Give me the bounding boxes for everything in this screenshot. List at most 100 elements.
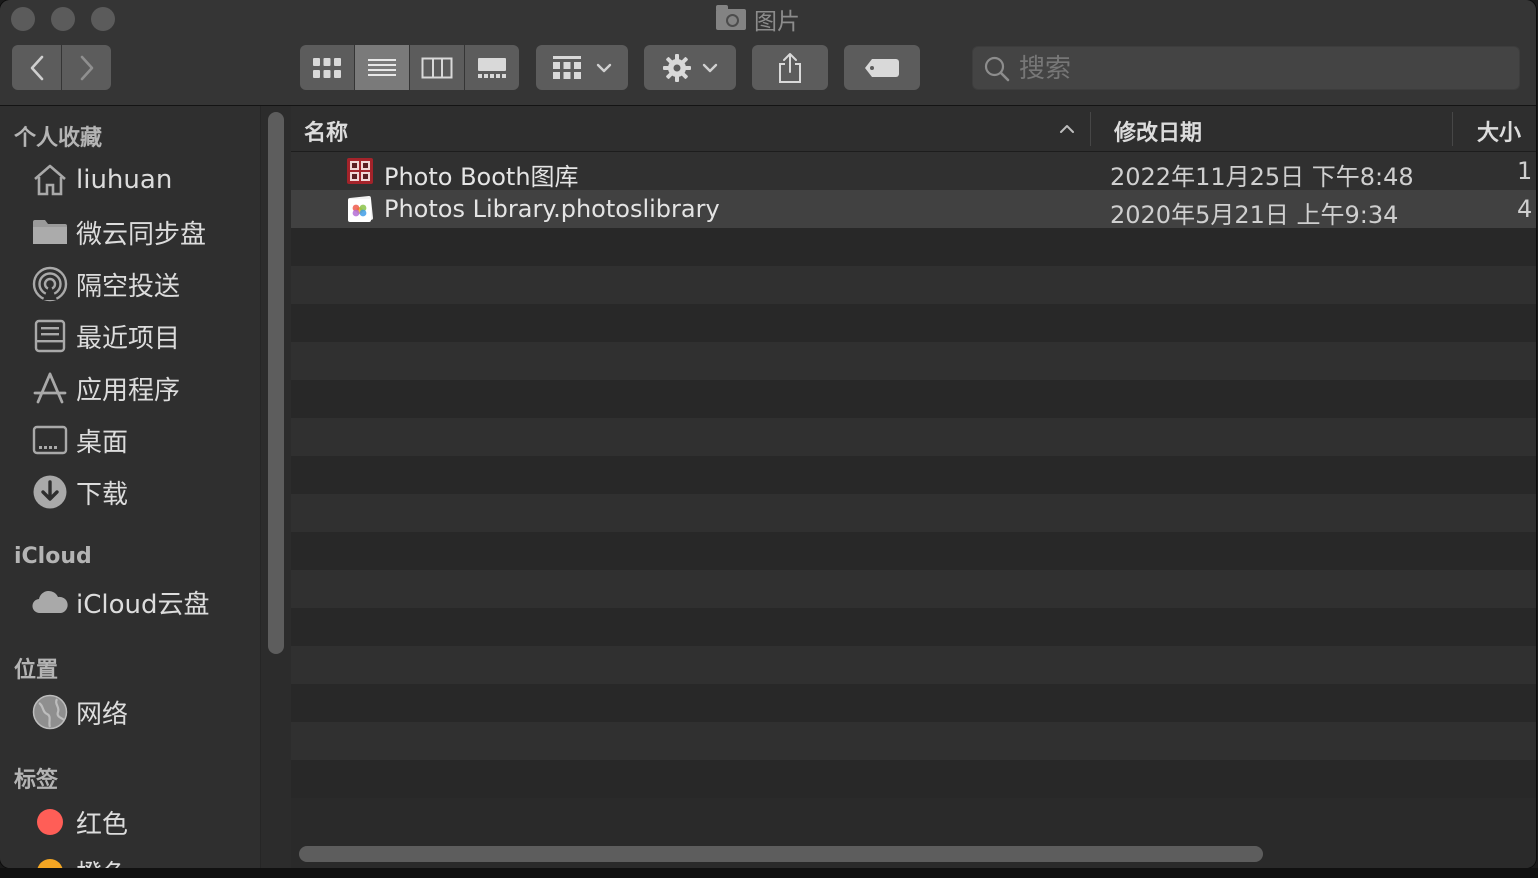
group-by-dropdown[interactable]: [536, 45, 628, 90]
column-header-name[interactable]: 名称: [304, 115, 348, 147]
window-title-text: 图片: [754, 9, 800, 35]
sidebar: 个人收藏 liuhuan 微云同步盘 隔空投送 最近项目 应用程序 桌面 下载 …: [0, 106, 291, 868]
action-menu-button[interactable]: [644, 45, 736, 90]
list-view-button[interactable]: [355, 45, 409, 90]
sidebar-item-label: 红色: [76, 809, 129, 840]
file-name: Photos Library.photoslibrary: [384, 195, 720, 223]
file-name: Photo Booth图库: [384, 163, 579, 191]
sidebar-item-label: iCloud云盘: [76, 589, 210, 620]
columns-icon: [421, 57, 453, 78]
gear-icon: [663, 53, 691, 82]
file-size: 4: [1517, 195, 1533, 223]
sidebar-item-label: 桌面: [76, 427, 129, 458]
edit-tags-button[interactable]: [844, 45, 920, 90]
sidebar-item-icloud-drive[interactable]: iCloud云盘: [30, 582, 210, 622]
tag-color-dot: [37, 859, 63, 868]
empty-row: [291, 722, 1536, 760]
column-separator[interactable]: [1090, 112, 1091, 146]
empty-row: [291, 228, 1536, 266]
pictures-folder-icon: [716, 4, 746, 30]
empty-row: [291, 760, 1536, 798]
search-icon: [984, 56, 1010, 82]
gallery-view-button[interactable]: [465, 45, 519, 90]
back-button[interactable]: [12, 45, 61, 90]
icon-view-button[interactable]: [300, 45, 354, 90]
finder-window: 图片 搜索 个人收藏 liuhuan 微云同步盘 隔空投送 最近项目 应用程序 …: [0, 0, 1536, 868]
column-header: 名称 修改日期 大小: [291, 106, 1536, 152]
icon-grid-icon: [313, 57, 341, 78]
view-mode-control: [300, 45, 519, 90]
close-window-button[interactable]: [11, 7, 35, 31]
sidebar-item-label: 微云同步盘: [76, 219, 207, 250]
sidebar-item-recents[interactable]: 最近项目: [30, 316, 180, 356]
sort-ascending-chevron-icon[interactable]: [1059, 124, 1075, 134]
share-icon: [779, 52, 801, 83]
airdrop-icon: [30, 264, 70, 304]
column-header-size[interactable]: 大小: [1477, 115, 1521, 147]
column-header-date[interactable]: 修改日期: [1114, 115, 1202, 147]
sidebar-scrollbar-thumb[interactable]: [268, 112, 284, 654]
red-tag-dot-icon: [30, 802, 70, 842]
empty-row: [291, 684, 1536, 722]
chevron-down-icon: [596, 63, 612, 72]
tag-icon: [865, 58, 899, 77]
empty-row: [291, 266, 1536, 304]
applications-icon: [30, 368, 70, 408]
search-field[interactable]: [972, 46, 1520, 91]
download-icon: [30, 472, 70, 512]
search-input[interactable]: [1017, 47, 1511, 91]
navigation-buttons: [12, 45, 111, 90]
minimize-window-button[interactable]: [51, 7, 75, 31]
sidebar-item-label: 应用程序: [76, 375, 181, 406]
window-title: 图片: [716, 4, 800, 35]
cloud-icon: [30, 582, 70, 622]
gallery-icon: [478, 57, 506, 78]
locations-section-title: 位置: [14, 658, 59, 683]
sidebar-item-home[interactable]: liuhuan: [30, 160, 172, 200]
chevron-down-icon: [702, 63, 718, 72]
empty-row: [291, 456, 1536, 494]
empty-row: [291, 380, 1536, 418]
photo-booth-library-icon: [347, 158, 373, 184]
sidebar-item-label: 最近项目: [76, 323, 181, 354]
file-row-photos-library[interactable]: Photos Library.photoslibrary 2020年5月21日 …: [291, 190, 1536, 229]
desktop-background-strip: [0, 868, 1538, 878]
sidebar-item-tag-red[interactable]: 红色: [30, 802, 128, 842]
empty-row: [291, 646, 1536, 684]
zoom-window-button[interactable]: [91, 7, 115, 31]
horizontal-scrollbar-thumb[interactable]: [299, 846, 1263, 862]
chevron-right-icon: [80, 55, 93, 80]
empty-row: [291, 494, 1536, 532]
home-icon: [30, 160, 70, 200]
icloud-section-title: iCloud: [14, 544, 92, 569]
sidebar-item-label: 网络: [76, 699, 129, 730]
column-view-button[interactable]: [410, 45, 464, 90]
group-grid-icon: [553, 55, 581, 79]
sidebar-item-desktop[interactable]: 桌面: [30, 420, 128, 460]
file-date: 2022年11月25日 下午8:48: [1110, 163, 1414, 191]
empty-row: [291, 570, 1536, 608]
empty-row: [291, 304, 1536, 342]
sidebar-item-downloads[interactable]: 下载: [30, 472, 128, 512]
sidebar-item-label: 橙色: [76, 854, 128, 869]
sidebar-item-applications[interactable]: 应用程序: [30, 368, 180, 408]
list-lines-icon: [368, 58, 396, 76]
forward-button[interactable]: [62, 45, 111, 90]
empty-row: [291, 532, 1536, 570]
share-button[interactable]: [752, 45, 828, 90]
file-size: 1: [1517, 157, 1533, 185]
sidebar-item-tag-orange[interactable]: 橙色: [30, 852, 128, 868]
tags-section-title: 标签: [14, 768, 59, 793]
sidebar-item-network[interactable]: 网络: [30, 692, 128, 732]
empty-row: [291, 342, 1536, 380]
empty-row: [291, 418, 1536, 456]
chevron-left-icon: [30, 55, 43, 80]
toolbar: 图片: [0, 0, 1536, 106]
sidebar-item-weiyun[interactable]: 微云同步盘: [30, 212, 206, 252]
sidebar-item-label: 隔空投送: [76, 271, 181, 302]
network-globe-icon: [30, 692, 70, 732]
sidebar-item-airdrop[interactable]: 隔空投送: [30, 264, 180, 304]
empty-row: [291, 608, 1536, 646]
column-separator[interactable]: [1452, 112, 1453, 146]
file-row-photo-booth[interactable]: Photo Booth图库 2022年11月25日 下午8:48 1: [291, 152, 1536, 191]
